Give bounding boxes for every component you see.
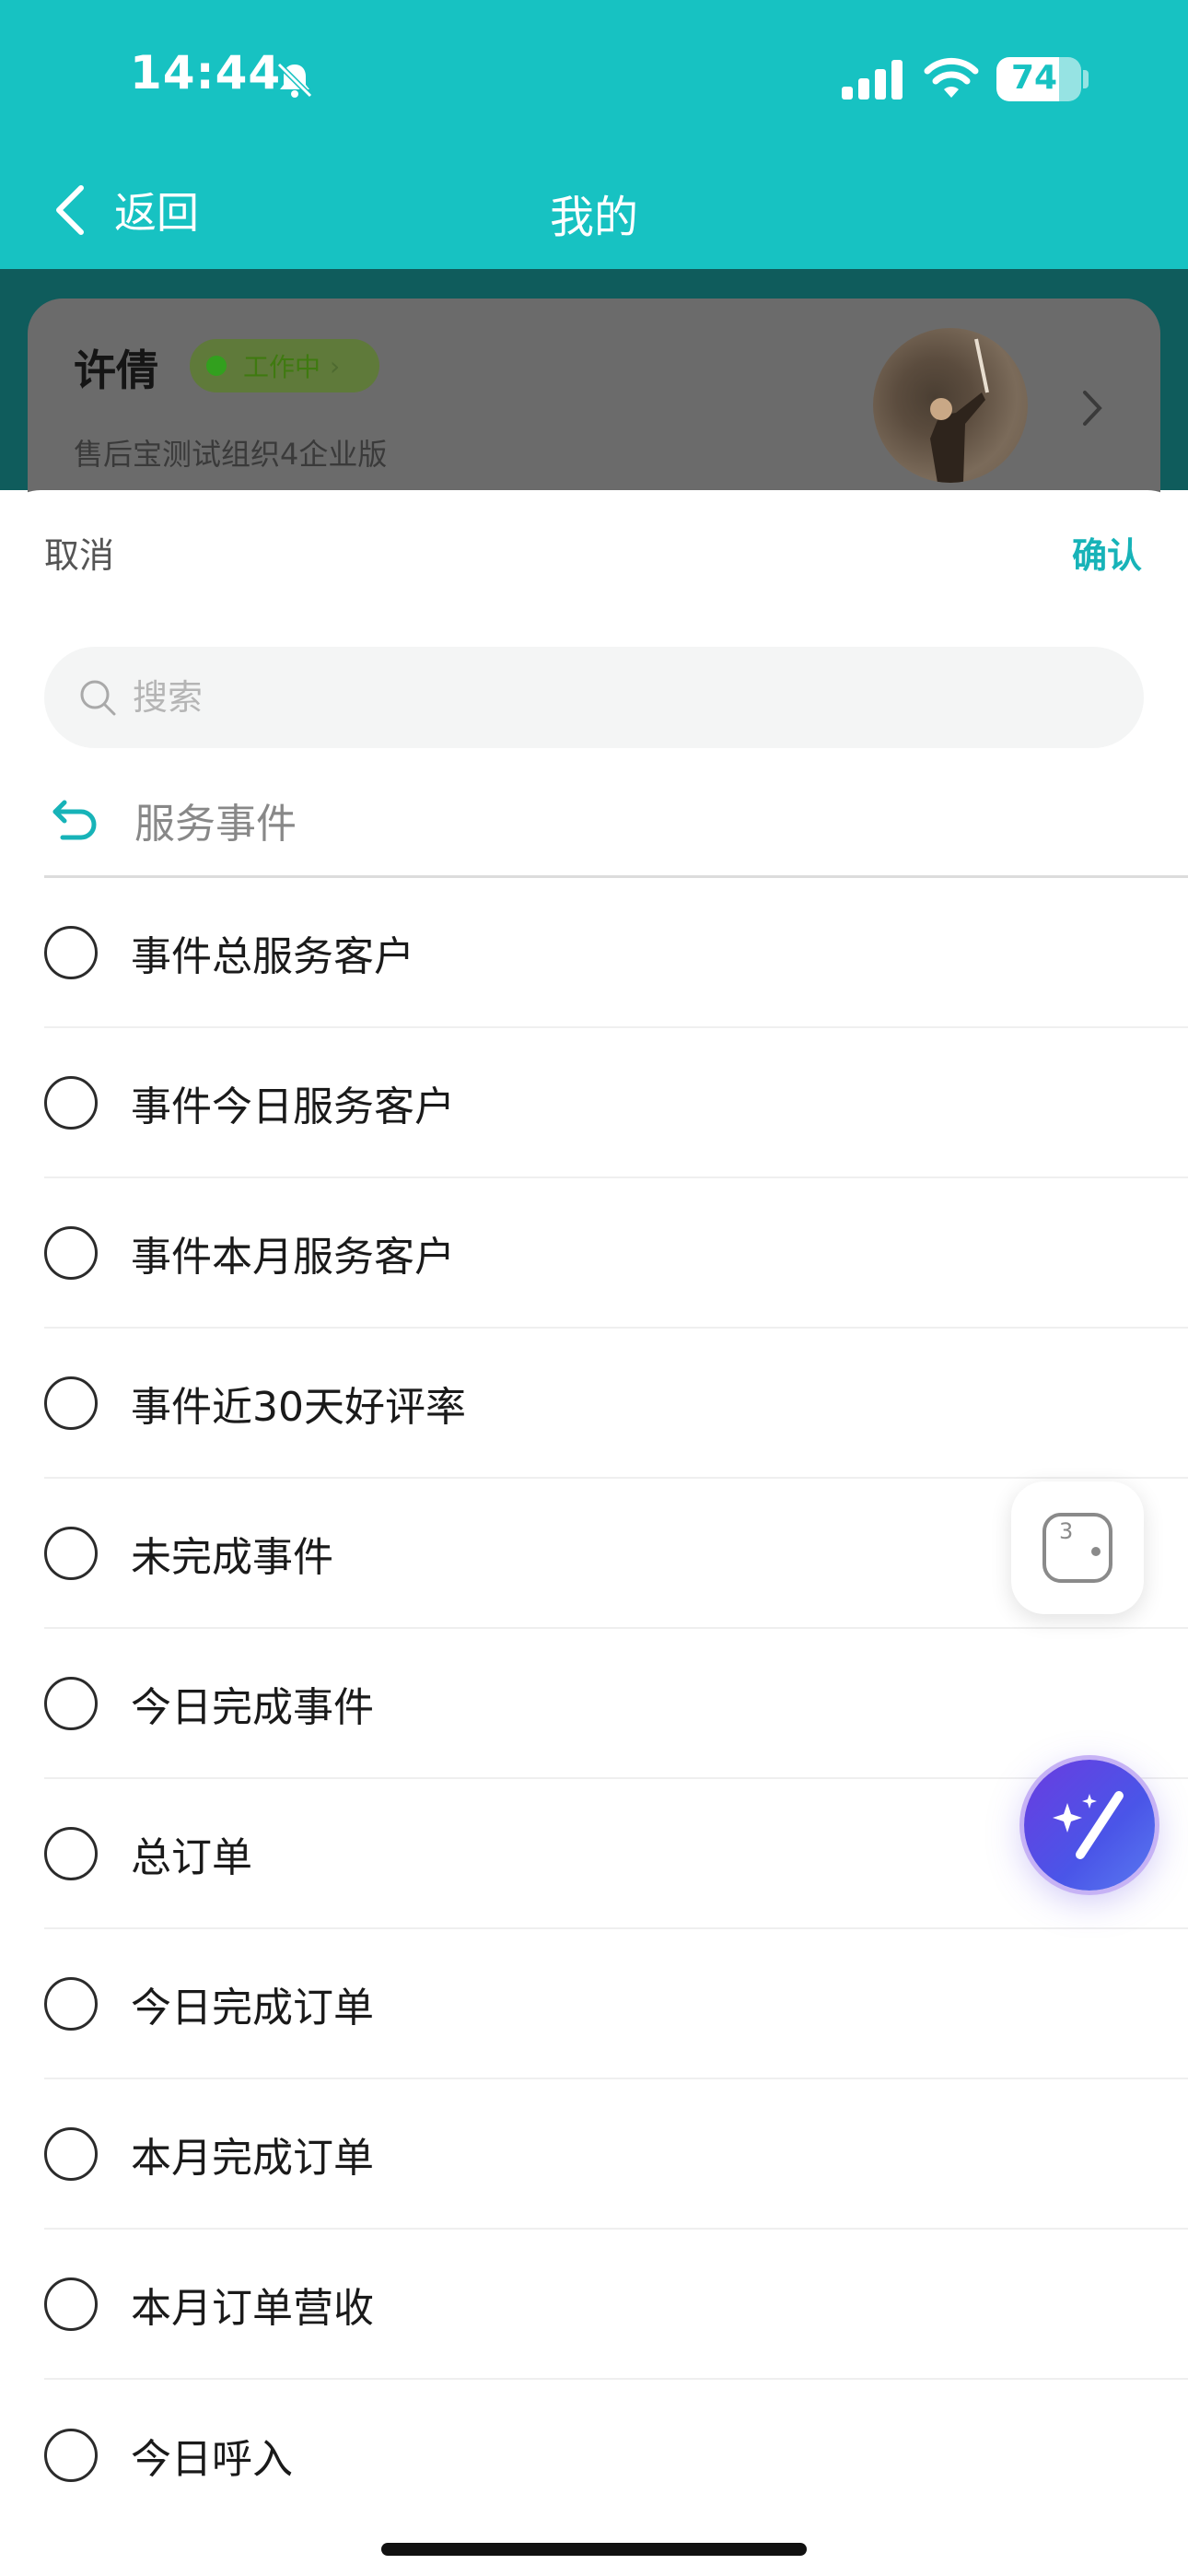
list-item[interactable]: 总订单 <box>44 1779 1188 1929</box>
signal-icon <box>842 60 903 100</box>
search-box[interactable] <box>44 647 1144 748</box>
status-text: 工作中 <box>243 352 321 382</box>
app-header: 14:44 74 返回 我的 <box>0 0 1188 269</box>
ai-assistant-button[interactable] <box>1024 1760 1155 1891</box>
battery-tip <box>1083 70 1089 88</box>
wifi-icon <box>924 57 979 98</box>
return-arrow-icon <box>52 800 97 840</box>
status-time: 14:44 <box>130 46 282 100</box>
list-item[interactable]: 今日呼入 <box>44 2380 1188 2530</box>
search-icon <box>80 680 116 716</box>
list-item[interactable]: 本月完成订单 <box>44 2079 1188 2230</box>
list-item-label: 事件今日服务客户 <box>131 1083 455 1130</box>
list-item[interactable]: 今日完成事件 <box>44 1629 1188 1779</box>
list-item[interactable]: 事件总服务客户 <box>44 878 1188 1028</box>
list-item[interactable]: 今日完成订单 <box>44 1929 1188 2079</box>
breadcrumb[interactable]: 服务事件 <box>48 783 297 857</box>
cancel-button[interactable]: 取消 <box>44 527 114 578</box>
radio-button[interactable] <box>44 1976 98 2031</box>
status-badge: 工作中 › <box>190 339 379 392</box>
bell-off-icon <box>276 62 313 99</box>
radio-button[interactable] <box>44 1676 98 1730</box>
page-title: 我的 <box>549 192 638 243</box>
battery-indicator: 74 <box>996 57 1081 101</box>
list-item-label: 事件近30天好评率 <box>131 1383 466 1431</box>
status-dot <box>206 356 227 376</box>
profile-name: 许倩 <box>74 345 158 395</box>
radio-button[interactable] <box>44 2428 98 2482</box>
list-item-label: 总订单 <box>131 1833 252 1881</box>
list-item-label: 事件总服务客户 <box>131 932 414 980</box>
list-item[interactable]: 事件近30天好评率 <box>44 1329 1188 1479</box>
list-item-label: 今日完成订单 <box>131 1984 374 2032</box>
radio-button[interactable] <box>44 1225 98 1280</box>
list-item-label: 事件本月服务客户 <box>131 1233 455 1281</box>
option-list: 事件总服务客户 事件今日服务客户 事件本月服务客户 事件近30天好评率 未完成事… <box>44 878 1188 2530</box>
search-input[interactable] <box>133 677 961 718</box>
page: 14:44 74 返回 我的 许倩 工作中 › 售后宝测试组织4企业版 取消 确… <box>0 0 1188 2576</box>
list-item[interactable]: 事件本月服务客户 <box>44 1178 1188 1329</box>
battery-level: 74 <box>1010 59 1058 97</box>
bottom-sheet: 取消 确认 服务事件 事件总服务客户 事件今日服务客户 <box>0 490 1188 2576</box>
magic-wand-icon <box>1053 1791 1124 1859</box>
chevron-right-icon: › <box>330 350 341 381</box>
home-indicator <box>381 2543 807 2556</box>
confirm-button[interactable]: 确认 <box>1072 527 1142 578</box>
list-item[interactable]: 本月订单营收 <box>44 2230 1188 2380</box>
breadcrumb-label: 服务事件 <box>134 801 297 848</box>
radio-button[interactable] <box>44 1826 98 1880</box>
list-item-label: 本月完成订单 <box>131 2134 374 2182</box>
radio-button[interactable] <box>44 1376 98 1430</box>
avatar-photo <box>930 338 989 483</box>
dice-icon: 3 <box>1042 1513 1112 1583</box>
organization-name: 售后宝测试组织4企业版 <box>74 437 388 472</box>
list-item-label: 今日呼入 <box>131 2435 293 2483</box>
radio-button[interactable] <box>44 2126 98 2181</box>
widget-badge: 3 <box>1059 1518 1073 1544</box>
floating-widget-button[interactable]: 3 <box>1011 1481 1144 1614</box>
radio-button[interactable] <box>44 925 98 979</box>
list-item[interactable]: 事件今日服务客户 <box>44 1028 1188 1178</box>
chevron-right-icon <box>1083 391 1102 426</box>
list-item-label: 今日完成事件 <box>131 1683 374 1731</box>
list-item-label: 未完成事件 <box>131 1533 333 1581</box>
list-item-label: 本月订单营收 <box>131 2284 374 2332</box>
radio-button[interactable] <box>44 1075 98 1130</box>
radio-button[interactable] <box>44 1526 98 1580</box>
avatar <box>873 328 1028 483</box>
radio-button[interactable] <box>44 2277 98 2331</box>
